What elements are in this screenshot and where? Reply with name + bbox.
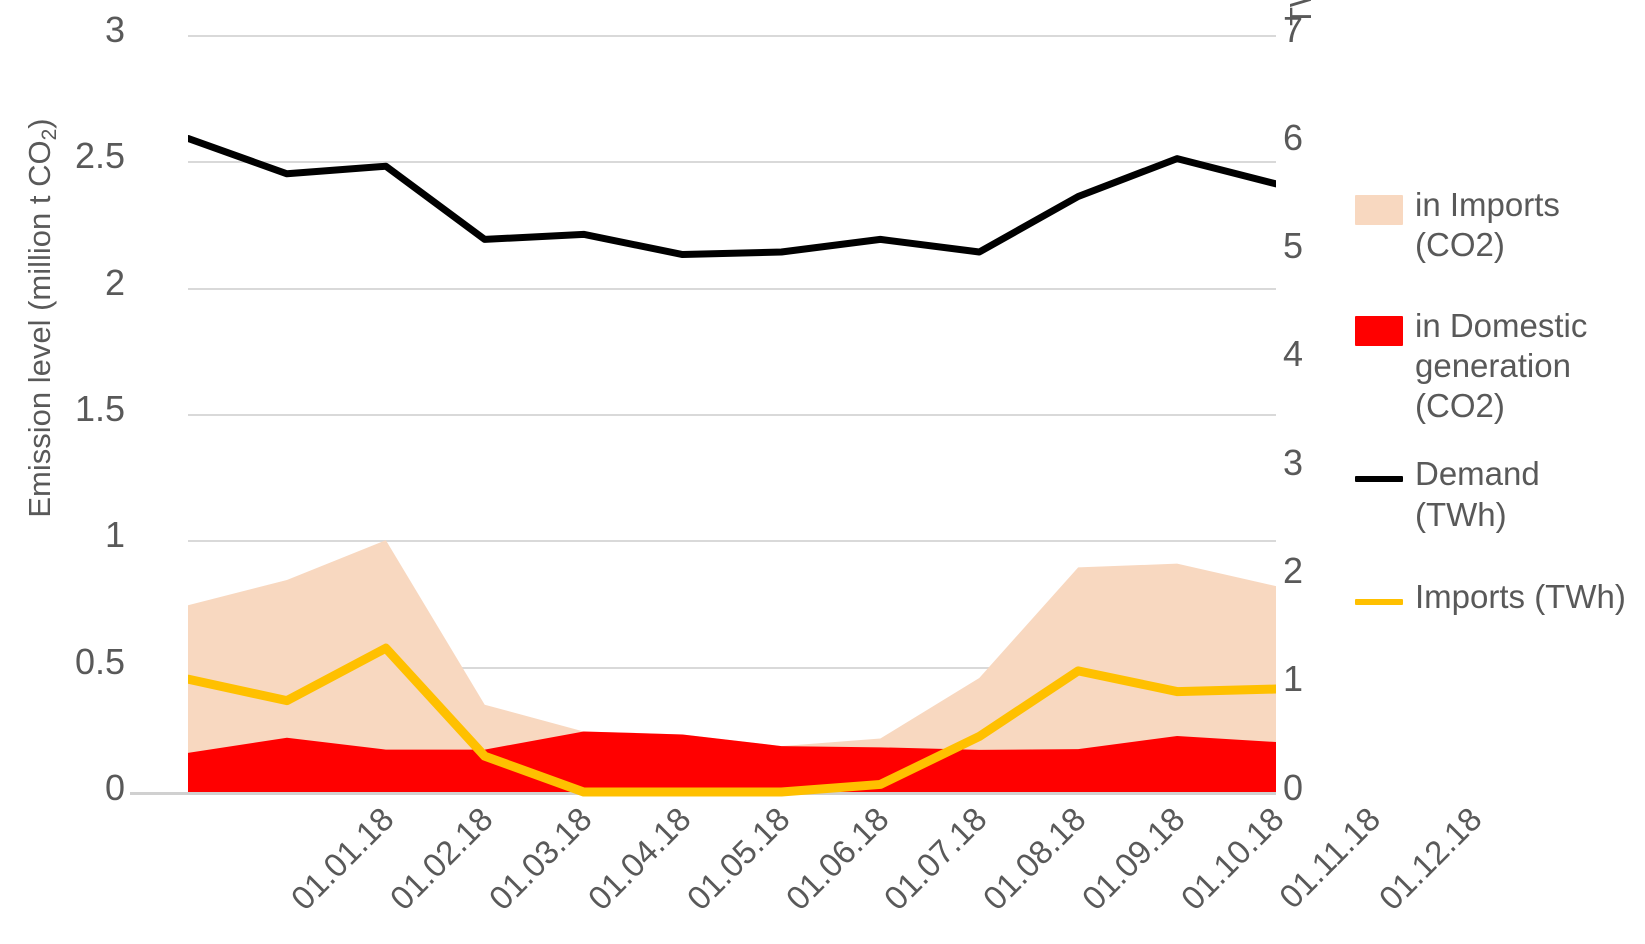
x-tick-label: 01.10.18 <box>1173 800 1291 918</box>
y-tick-left-1.5: 1.5 <box>74 388 125 429</box>
y-tick-right-5: 5 <box>1283 225 1304 266</box>
y-tick-left-0.5: 0.5 <box>74 641 125 682</box>
chart-root: Emission level (million t CO2) TWh 3 2.5… <box>0 0 1645 944</box>
legend-label-in-domestic-generation-co2: in Domestic generation (CO2) <box>1415 306 1588 425</box>
legend-item-demand-twh[interactable]: Demand (TWh) <box>1355 454 1635 535</box>
legend-label-imports-twh: Imports (TWh) <box>1415 577 1626 615</box>
chart-legend: in Imports (CO2) in Domestic generation … <box>1355 185 1635 647</box>
area-in-domestic-generation-co2 <box>188 731 1276 792</box>
x-tick-label: 01.06.18 <box>778 800 896 918</box>
y-tick-left-3: 3 <box>104 9 125 50</box>
legend-label-demand-twh: Demand (TWh) <box>1415 455 1540 533</box>
line-demand-twh <box>188 138 1276 254</box>
gridline-3 <box>188 35 1276 37</box>
x-tick-label: 01.04.18 <box>580 800 698 918</box>
line-imports-twh <box>188 648 1276 792</box>
y-tick-left-2.5: 2.5 <box>74 135 125 176</box>
plot-area <box>188 0 1276 944</box>
legend-swatch-domestic-area-icon <box>1355 315 1403 346</box>
legend-label-in-imports-co2: in Imports (CO2) <box>1415 186 1560 264</box>
legend-swatch-imports-area-icon <box>1355 195 1403 225</box>
legend-swatch-demand-line-icon <box>1355 476 1403 483</box>
y-tick-right-4: 4 <box>1283 333 1304 374</box>
x-tick-label: 01.07.18 <box>877 800 995 918</box>
y-axis-left-title: Emission level (million t CO2) <box>22 118 61 518</box>
gridline-1_5 <box>188 414 1276 416</box>
gridline-2 <box>188 288 1276 290</box>
gridline-0_5 <box>188 667 1276 669</box>
y-tick-right-2: 2 <box>1283 550 1304 591</box>
y-tick-right-3: 3 <box>1283 442 1304 483</box>
y-tick-right-0: 0 <box>1283 767 1304 808</box>
x-tick-label: 01.02.18 <box>382 800 500 918</box>
x-tick-label: 01.05.18 <box>679 800 797 918</box>
y-tick-left-1: 1 <box>104 514 125 555</box>
x-tick-label: 01.12.18 <box>1371 800 1489 918</box>
x-tick-label: 01.09.18 <box>1074 800 1192 918</box>
y-tick-right-1: 1 <box>1283 658 1304 699</box>
gridline-2_5 <box>188 161 1276 163</box>
x-tick-label: 01.01.18 <box>283 800 401 918</box>
x-tick-label: 01.03.18 <box>481 800 599 918</box>
x-tick-label: 01.11.18 <box>1271 800 1388 916</box>
axis-baseline <box>130 792 1276 795</box>
y-tick-left-0: 0 <box>104 767 125 808</box>
legend-item-in-imports-co2[interactable]: in Imports (CO2) <box>1355 185 1635 266</box>
x-tick-label: 01.08.18 <box>975 800 1093 918</box>
y-tick-right-7: 7 <box>1283 9 1304 50</box>
legend-swatch-imports-line-icon <box>1355 598 1403 605</box>
gridline-1 <box>188 540 1276 542</box>
y-tick-right-6: 6 <box>1283 117 1304 158</box>
legend-item-in-domestic-generation-co2[interactable]: in Domestic generation (CO2) <box>1355 306 1635 427</box>
y-tick-left-2: 2 <box>104 262 125 303</box>
legend-item-imports-twh[interactable]: Imports (TWh) <box>1355 577 1635 617</box>
